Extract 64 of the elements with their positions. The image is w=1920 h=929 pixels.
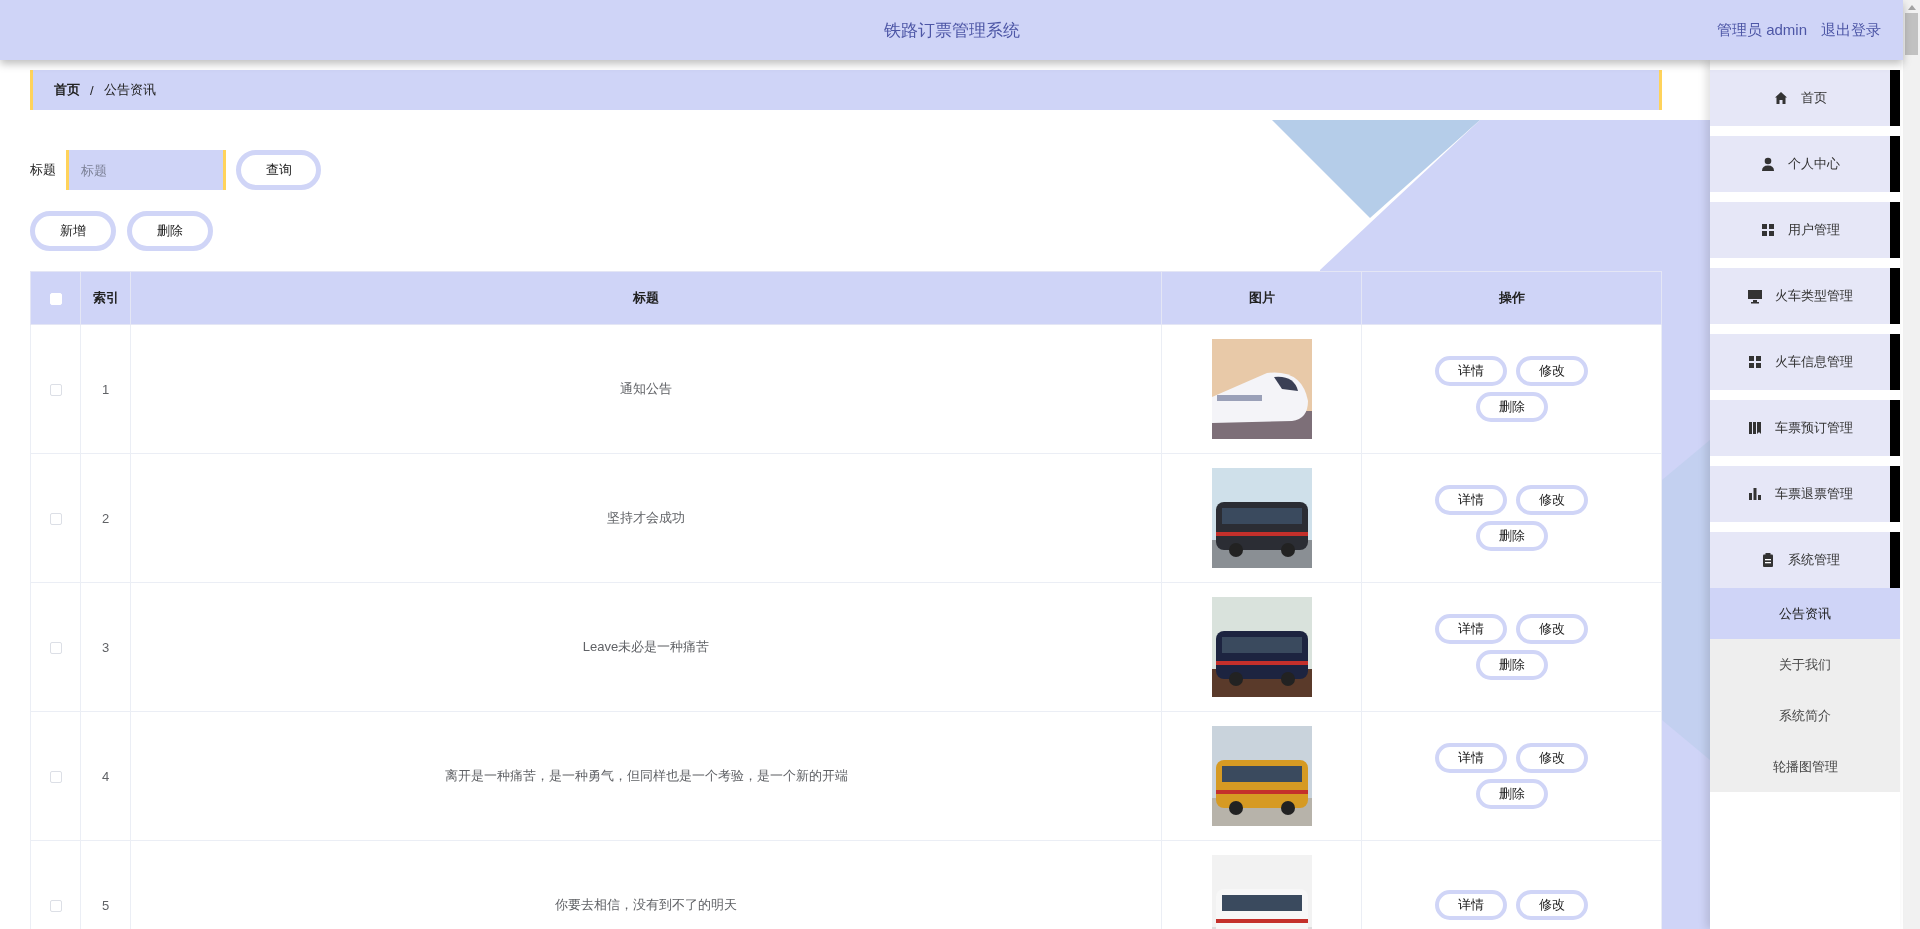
monitor-icon [1747,288,1763,304]
column-header: 索引 [80,271,131,325]
delete-button[interactable]: 删除 [127,211,213,251]
edit-button[interactable]: 修改 [1516,743,1588,773]
details-button[interactable]: 详情 [1435,356,1507,386]
breadcrumb-current: 公告资讯 [103,81,156,99]
edit-button[interactable]: 修改 [1516,356,1588,386]
clipboard-icon [1760,552,1776,568]
delete-button[interactable]: 删除 [1475,392,1548,422]
menu-item[interactable]: 个人中心 [1710,136,1900,192]
edit-button[interactable]: 修改 [1516,890,1588,920]
bar-chart-icon [1747,486,1763,502]
row-checkbox[interactable] [49,642,62,655]
submenu-item[interactable]: 关于我们 [1710,639,1900,690]
delete-button[interactable]: 删除 [1475,779,1548,809]
person-icon [1760,156,1776,172]
home-icon [1773,90,1789,106]
logout-link[interactable]: 退出登录 [1821,20,1881,40]
menu-item[interactable]: 系统管理 [1710,532,1900,588]
column-header: 图片 [1161,271,1362,325]
menu-item[interactable]: 首页 [1710,70,1900,126]
select-all-checkbox[interactable] [49,293,62,306]
scrollbar[interactable] [1903,0,1920,929]
details-button[interactable]: 详情 [1435,614,1507,644]
details-button[interactable]: 详情 [1435,743,1507,773]
delete-button[interactable]: 删除 [1475,521,1548,551]
menu-item[interactable]: 车票退票管理 [1710,466,1900,522]
menu-item[interactable]: 用户管理 [1710,202,1900,258]
user-label: 管理员 admin [1716,20,1807,40]
table-cell: 1 [80,324,131,454]
submenu-item[interactable]: 公告资讯 [1710,588,1900,639]
menu-item[interactable]: 火车类型管理 [1710,268,1900,324]
delete-button[interactable]: 删除 [1475,650,1548,680]
table-cell: 2 [80,453,131,583]
edit-button[interactable]: 修改 [1516,614,1588,644]
table-cell: 3 [80,582,131,712]
search-field[interactable]: 标题 [66,150,226,190]
details-button[interactable]: 详情 [1435,890,1507,920]
column-header: 标题 [130,271,1162,325]
breadcrumb-separator: / [90,82,94,98]
row-checkbox[interactable] [49,513,62,526]
menu-item[interactable]: 车票预订管理 [1710,400,1900,456]
submenu-item[interactable]: 系统简介 [1710,690,1900,741]
app-title: 铁路订票管理系统 [883,19,1020,42]
breadcrumb-link[interactable]: 首页 [54,81,80,99]
grid-icon [1747,354,1763,370]
submenu-item[interactable]: 轮播图管理 [1710,741,1900,792]
menu-item[interactable]: 火车信息管理 [1710,334,1900,390]
details-button[interactable]: 详情 [1435,485,1507,515]
table-cell: 通知公告 [130,324,1162,454]
column-header: 操作 [1361,271,1662,325]
table-cell: 离开是一种痛苦，是一种勇气，但同样也是一个考验，是一个新的开端 [130,711,1162,841]
table-cell: 坚持才会成功 [130,453,1162,583]
edit-button[interactable]: 修改 [1516,485,1588,515]
row-checkbox[interactable] [49,900,62,913]
search-label: 标题 [30,161,56,179]
row-checkbox[interactable] [49,384,62,397]
row-checkbox[interactable] [49,771,62,784]
search-button[interactable]: 查询 [236,150,321,190]
table-cell: Leave未必是一种痛苦 [130,582,1162,712]
table-cell: 4 [80,711,131,841]
add-button[interactable]: 新增 [30,211,116,251]
grid-icon [1760,222,1776,238]
book-icon [1747,420,1763,436]
